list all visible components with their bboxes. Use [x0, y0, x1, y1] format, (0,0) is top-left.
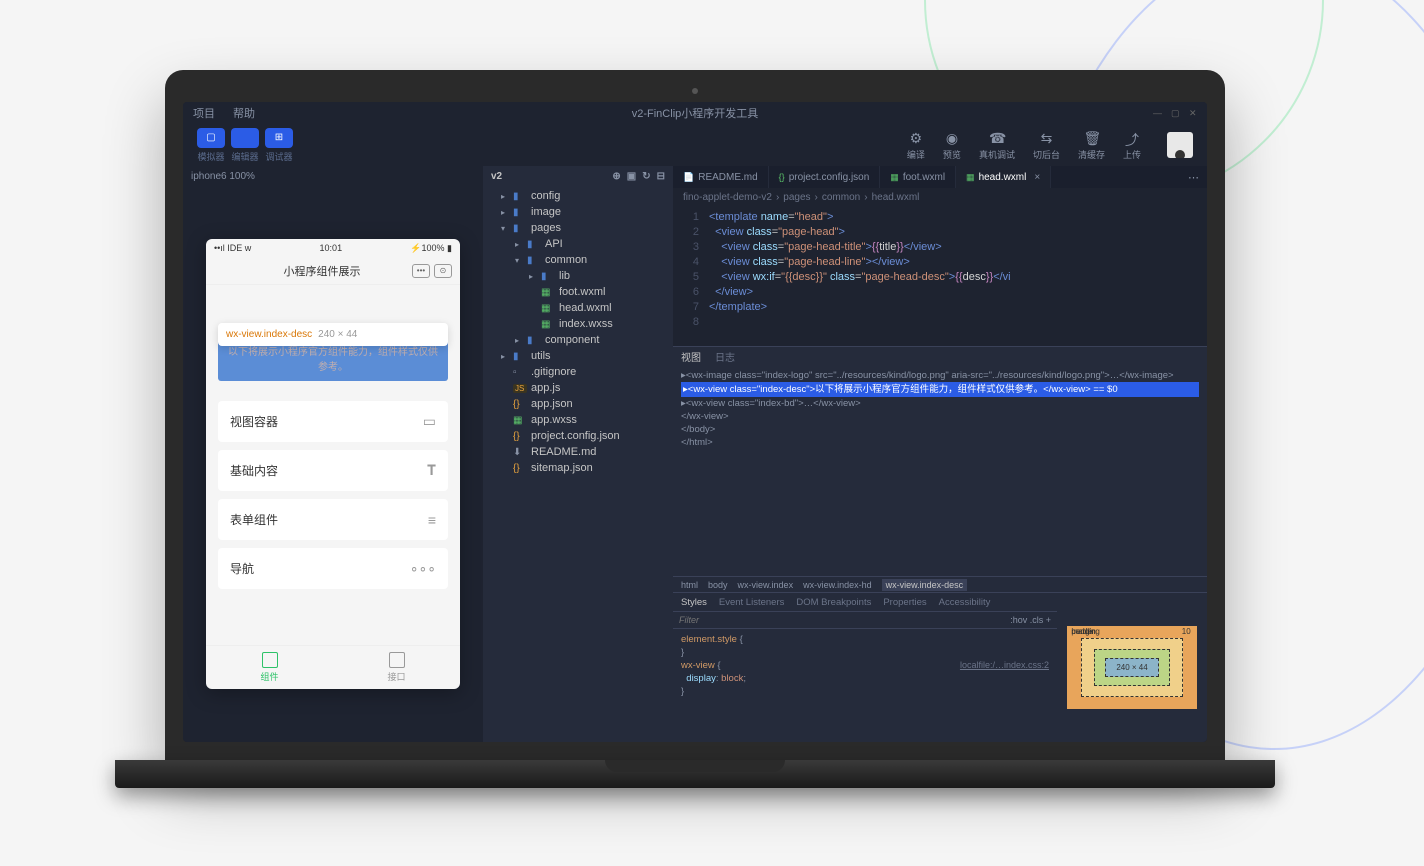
inspect-tooltip: wx-view.index-desc240 × 44: [218, 323, 448, 346]
tree-item[interactable]: ▾▮common: [483, 252, 673, 268]
toolbar: ▢模拟器编辑器⊞调试器 ⚙编译 ◉预览 ☎真机调试 ⇆切后台 🗑清缓存 ⤴上传: [183, 124, 1207, 166]
tree-item[interactable]: ▦index.wxss: [483, 316, 673, 332]
list-item[interactable]: 导航∘∘∘: [218, 548, 448, 589]
simulator-panel: iphone6 100% ••ıl IDE ᴡ 10:01 ⚡100% ▮ 小程…: [183, 166, 483, 742]
new-folder-icon[interactable]: ▣: [627, 171, 636, 182]
sim-device-info: iphone6 100%: [183, 166, 483, 186]
tree-item[interactable]: ▦head.wxml: [483, 300, 673, 316]
new-file-icon[interactable]: ⊕: [612, 171, 620, 182]
explorer-root: v2: [491, 171, 502, 182]
mode-tab[interactable]: ⊞调试器: [265, 128, 293, 163]
collapse-icon[interactable]: ⊟: [657, 171, 665, 182]
menu-project[interactable]: 项目: [193, 105, 215, 121]
breadcrumb: fino-applet-demo-v2 › pages › common › h…: [673, 188, 1207, 206]
mode-tab[interactable]: ▢模拟器: [197, 128, 225, 163]
tree-item[interactable]: {}app.json: [483, 396, 673, 412]
status-signal: ••ıl IDE ᴡ: [214, 243, 251, 253]
styles-tab[interactable]: Styles: [681, 597, 707, 608]
devtools-panel: 视图 日志 ▸<wx-image class="index-logo" src=…: [673, 346, 1207, 742]
status-time: 10:01: [320, 243, 343, 253]
laptop-frame: 项目 帮助 v2-FinClip小程序开发工具 — ▢ ✕ ▢模拟器编辑器⊞调试…: [165, 70, 1225, 788]
toolbar-action-清缓存[interactable]: 🗑清缓存: [1078, 130, 1105, 161]
styles-tab[interactable]: Accessibility: [939, 597, 991, 608]
crumb-item[interactable]: body: [708, 580, 728, 590]
laptop-camera: [692, 88, 698, 94]
tree-item[interactable]: ▸▮config: [483, 188, 673, 204]
window-title: v2-FinClip小程序开发工具: [632, 105, 759, 121]
devtools-tab-log[interactable]: 日志: [715, 349, 735, 364]
editor-tab[interactable]: 📄README.md: [673, 166, 769, 188]
tabs-more-icon[interactable]: ⋯: [1180, 166, 1207, 188]
elements-panel[interactable]: ▸<wx-image class="index-logo" src="../re…: [673, 365, 1207, 576]
minimize-icon[interactable]: —: [1153, 108, 1163, 118]
styles-tab[interactable]: Event Listeners: [719, 597, 784, 608]
tree-item[interactable]: ▦app.wxss: [483, 412, 673, 428]
list-item[interactable]: 基础内容𝐓: [218, 450, 448, 491]
api-icon: [389, 652, 405, 668]
toolbar-action-切后台[interactable]: ⇆切后台: [1033, 130, 1060, 161]
styles-toggle[interactable]: :hov .cls +: [1010, 615, 1051, 625]
tree-item[interactable]: {}sitemap.json: [483, 460, 673, 476]
tree-item[interactable]: ▸▮component: [483, 332, 673, 348]
component-icon: [262, 652, 278, 668]
editor-tab[interactable]: {}project.config.json: [769, 166, 881, 188]
editor-tab[interactable]: ▦head.wxml×: [956, 166, 1051, 188]
toolbar-action-编译[interactable]: ⚙编译: [907, 130, 925, 161]
devtools-tab-view[interactable]: 视图: [681, 349, 701, 364]
crumb-item[interactable]: wx-view.index-desc: [882, 579, 968, 591]
tree-item[interactable]: {}project.config.json: [483, 428, 673, 444]
tree-item[interactable]: ▸▮lib: [483, 268, 673, 284]
status-battery: ⚡100% ▮: [410, 243, 452, 254]
tab-api[interactable]: 接口: [333, 646, 460, 689]
css-rules[interactable]: element.style {}</span><span class="sel-…: [673, 629, 1057, 742]
menu-close-icon[interactable]: ⊙: [434, 264, 452, 278]
tree-item[interactable]: ⬇README.md: [483, 444, 673, 460]
list-item[interactable]: 表单组件≡: [218, 499, 448, 540]
maximize-icon[interactable]: ▢: [1171, 108, 1181, 118]
avatar[interactable]: [1167, 132, 1193, 158]
tree-item[interactable]: ▸▮image: [483, 204, 673, 220]
list-item[interactable]: 视图容器▭: [218, 401, 448, 442]
toolbar-action-上传[interactable]: ⤴上传: [1123, 130, 1141, 161]
elements-breadcrumb[interactable]: html body wx-view.index wx-view.index-hd wx-…: [673, 576, 1207, 592]
toolbar-action-预览[interactable]: ◉预览: [943, 130, 961, 161]
menu-help[interactable]: 帮助: [233, 105, 255, 121]
crumb-item[interactable]: wx-view.index-hd: [803, 580, 872, 590]
mode-tab[interactable]: 编辑器: [231, 128, 259, 163]
tab-component[interactable]: 组件: [206, 646, 333, 689]
close-icon[interactable]: ✕: [1189, 108, 1199, 118]
styles-tab[interactable]: DOM Breakpoints: [796, 597, 871, 608]
code-editor[interactable]: 12345678 <template name="head"> <view cl…: [673, 206, 1207, 346]
styles-tab[interactable]: Properties: [883, 597, 926, 608]
box-content-size: 240 × 44: [1105, 658, 1158, 677]
phone-preview[interactable]: ••ıl IDE ᴡ 10:01 ⚡100% ▮ 小程序组件展示 ••• ⊙: [206, 239, 460, 689]
refresh-icon[interactable]: ↻: [642, 171, 650, 182]
app-title: 小程序组件展示: [232, 263, 412, 279]
tree-item[interactable]: ▦foot.wxml: [483, 284, 673, 300]
editor-tab[interactable]: ▦foot.wxml: [880, 166, 956, 188]
box-model: margin10 border padding 240 × 44: [1057, 593, 1207, 742]
editor-panel: 📄README.md{}project.config.json▦foot.wxm…: [673, 166, 1207, 742]
menubar: 项目 帮助 v2-FinClip小程序开发工具 — ▢ ✕: [183, 102, 1207, 124]
tree-item[interactable]: JSapp.js: [483, 380, 673, 396]
tree-item[interactable]: ▸▮utils: [483, 348, 673, 364]
ide-window: 项目 帮助 v2-FinClip小程序开发工具 — ▢ ✕ ▢模拟器编辑器⊞调试…: [183, 102, 1207, 742]
crumb-item[interactable]: html: [681, 580, 698, 590]
crumb-item[interactable]: wx-view.index: [738, 580, 794, 590]
tree-item[interactable]: ▾▮pages: [483, 220, 673, 236]
styles-filter-input[interactable]: [679, 615, 1010, 625]
tree-item[interactable]: ▸▮API: [483, 236, 673, 252]
toolbar-action-真机调试[interactable]: ☎真机调试: [979, 130, 1015, 161]
tree-item[interactable]: ▫.gitignore: [483, 364, 673, 380]
file-explorer: v2 ⊕ ▣ ↻ ⊟ ▸▮config▸▮image▾▮pages▸▮API▾▮…: [483, 166, 673, 742]
menu-more-icon[interactable]: •••: [412, 264, 430, 278]
